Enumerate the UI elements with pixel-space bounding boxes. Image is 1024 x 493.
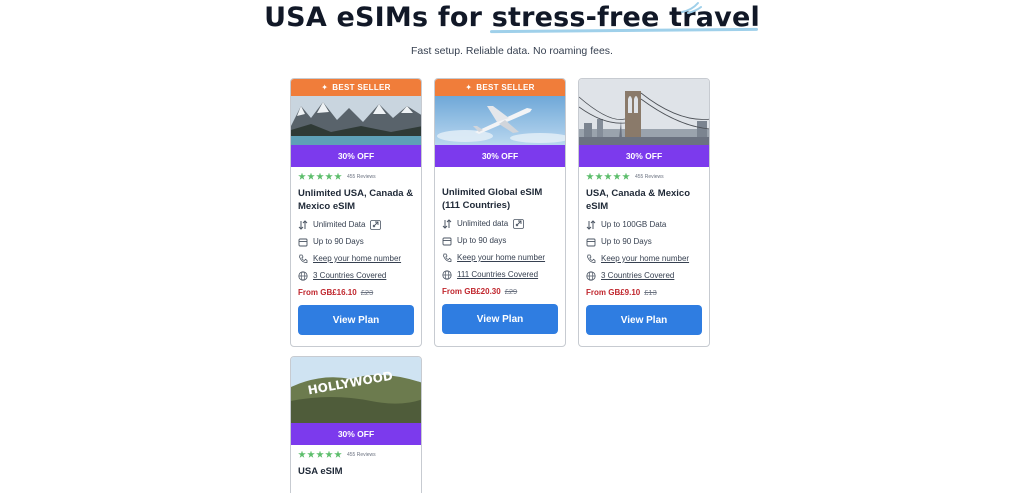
feature-data: Unlimited Data (298, 219, 414, 230)
feature-home-number[interactable]: Keep your home number (442, 252, 558, 263)
review-count: 455 Reviews (347, 451, 376, 458)
review-count: 455 Reviews (635, 173, 664, 180)
view-plan-button[interactable]: View Plan (298, 305, 414, 335)
feature-data-label: Up to 100GB Data (601, 220, 667, 229)
star-icon (325, 450, 333, 458)
airplane-icon (513, 218, 525, 229)
rating-stars: 455 Reviews (298, 172, 414, 181)
feature-coverage-label: 111 Countries Covered (457, 270, 539, 279)
data-transfer-icon (298, 219, 308, 230)
best-seller-badge: ✦ BEST SELLER (435, 79, 565, 96)
feature-data-label: Unlimited data (457, 219, 509, 228)
star-icon (316, 172, 324, 180)
feature-validity: Up to 90 days (442, 235, 558, 246)
view-plan-button[interactable]: View Plan (586, 305, 702, 335)
best-seller-label: BEST SELLER (476, 83, 535, 92)
feature-validity-label: Up to 90 Days (601, 237, 652, 246)
star-icon (325, 172, 333, 180)
star-icon (604, 172, 612, 180)
discount-bar: 30% OFF (291, 423, 421, 445)
price-row: From GB£9.10 £13 (586, 287, 702, 298)
star-icon (586, 172, 594, 180)
price-from: From GB£9.10 (586, 288, 641, 297)
feature-validity: Up to 90 Days (586, 236, 702, 247)
star-icon (298, 172, 306, 180)
price-from: From GB£16.10 (298, 288, 357, 297)
feature-validity-label: Up to 90 days (457, 236, 507, 245)
plan-card-unlimited-global: ✦ BEST SELLER 30% OFF Unlimited Global e… (434, 78, 566, 347)
star-icon (334, 450, 342, 458)
phone-icon (443, 253, 452, 262)
mountain-lake-image (291, 96, 421, 145)
feature-home-number-label: Keep your home number (601, 254, 690, 263)
plan-card-usa-canada-mexico-unlimited: ✦ BEST SELLER 30% OFF 455 Reviews Unlimi… (290, 78, 422, 347)
feature-coverage: 3 Countries Covered (586, 270, 702, 281)
feature-home-number-label: Keep your home number (457, 253, 546, 262)
rating-stars: 455 Reviews (298, 450, 414, 459)
plan-title: Unlimited Global eSIM (111 Countries) (442, 187, 543, 211)
star-icon (316, 450, 324, 458)
plan-title: Unlimited USA, Canada & Mexico eSIM (298, 188, 414, 212)
star-icon (298, 450, 306, 458)
page-subtitle: Fast setup. Reliable data. No roaming fe… (411, 45, 613, 57)
brooklyn-bridge-image (579, 79, 709, 145)
data-transfer-icon (586, 219, 596, 230)
price-from: From GB£20.30 (442, 287, 501, 296)
star-icon (622, 172, 630, 180)
feature-coverage: 111 Countries Covered (442, 269, 558, 280)
calendar-icon (442, 237, 452, 245)
star-icon (613, 172, 621, 180)
star-icon (334, 172, 342, 180)
phone-icon (299, 254, 308, 263)
feature-validity-label: Up to 90 Days (313, 237, 364, 246)
feature-validity: Up to 90 Days (298, 236, 414, 247)
page-title-plain: USA eSIMs for (264, 2, 492, 33)
airplane-image (435, 96, 565, 145)
feature-data: Up to 100GB Data (586, 219, 702, 230)
feature-coverage-label: 3 Countries Covered (313, 271, 387, 280)
globe-icon (298, 270, 308, 281)
feature-data: Unlimited data (442, 218, 558, 229)
price-row: From GB£20.30 £29 (442, 286, 558, 297)
page-title: USA eSIMs for stress-free travel (0, 2, 1024, 33)
calendar-icon (586, 238, 596, 246)
view-plan-button[interactable]: View Plan (442, 304, 558, 334)
plan-title: USA eSIM (298, 466, 343, 477)
price-original: £13 (644, 288, 657, 297)
discount-bar: 30% OFF (579, 145, 709, 167)
price-original: £29 (504, 287, 518, 296)
plan-title: USA, Canada & Mexico eSIM (586, 188, 690, 212)
review-count: 455 Reviews (347, 173, 376, 180)
best-seller-badge: ✦ BEST SELLER (291, 79, 421, 96)
best-seller-label: BEST SELLER (332, 83, 391, 92)
price-row: From GB£16.10 £23 (298, 287, 414, 298)
globe-icon (442, 269, 452, 280)
feature-data-label: Unlimited Data (313, 220, 366, 229)
page-title-accent: stress-free travel (491, 2, 760, 33)
discount-bar: 30% OFF (291, 145, 421, 167)
plan-card-usa-canada-mexico: 30% OFF 455 Reviews USA, Canada & Mexico… (578, 78, 710, 347)
swoosh-decoration-icon (681, 2, 702, 14)
hollywood-sign-image: HOLLYWOOD (291, 357, 421, 423)
sparkle-icon: ✦ (465, 83, 473, 92)
airplane-icon (370, 219, 382, 230)
star-icon (307, 450, 315, 458)
star-icon (307, 172, 315, 180)
phone-icon (587, 254, 596, 263)
calendar-icon (298, 238, 308, 246)
feature-coverage-label: 3 Countries Covered (601, 271, 675, 280)
globe-icon (586, 270, 596, 281)
star-icon (595, 172, 603, 180)
data-transfer-icon (442, 218, 452, 229)
price-original: £23 (360, 288, 374, 297)
feature-home-number[interactable]: Keep your home number (586, 253, 702, 264)
sparkle-icon: ✦ (321, 83, 329, 92)
feature-home-number[interactable]: Keep your home number (298, 253, 414, 264)
plan-card-usa: HOLLYWOOD 30% OFF 455 Reviews USA eSIM (290, 356, 422, 493)
discount-bar: 30% OFF (435, 145, 565, 167)
feature-coverage: 3 Countries Covered (298, 270, 414, 281)
feature-home-number-label: Keep your home number (313, 254, 402, 263)
rating-stars: 455 Reviews (586, 172, 702, 181)
